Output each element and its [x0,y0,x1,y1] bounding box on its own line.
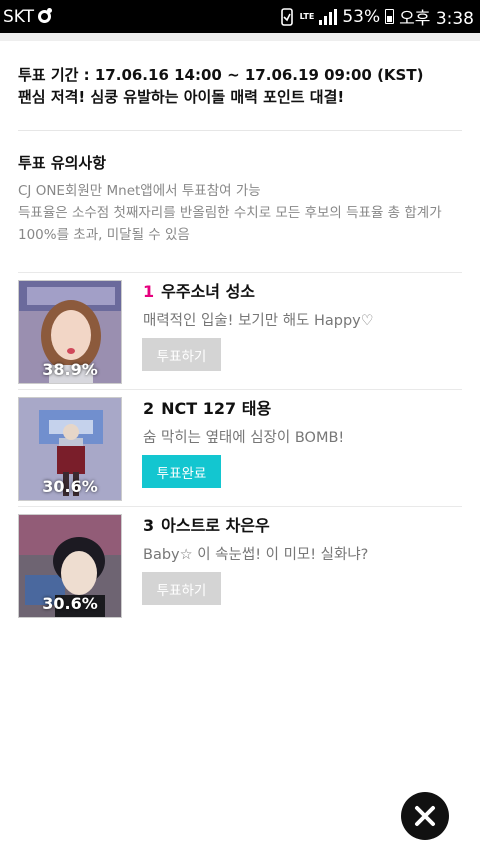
candidate-item: 38.9% 1 우주소녀 성소 매력적인 입술! 보기만 해도 Happy♡ 투표… [18,272,462,390]
carrier: SKT [3,6,53,27]
vote-period-block: 투표 기간 : 17.06.16 14:00 ~ 17.06.19 09:00 … [18,64,462,108]
vote-period: 투표 기간 : 17.06.16 14:00 ~ 17.06.19 09:00 … [18,66,424,84]
candidate-name: 아스트로 차은우 [161,516,270,535]
vote-headline: 팬심 저격! 심쿵 유발하는 아이돌 매력 포인트 대결! [18,88,345,106]
candidate-item: 30.6% 2 NCT 127 태용 숨 막히는 옆태에 심장이 BOMB! 투표… [18,389,462,507]
notice-line-2: 득표율은 소수점 첫째자리를 반올림한 수치로 모든 후보의 득표율 총 합계가… [18,205,442,243]
notice-body: CJ ONE회원만 Mnet앱에서 투표참여 가능 득표율은 소수점 첫째자리를… [18,180,464,246]
rank-number: 2 [143,399,155,418]
carrier-label: SKT [3,6,35,27]
close-icon [415,806,435,826]
candidate-photo: 38.9% [18,280,122,384]
candidate-item: 30.6% 3 아스트로 차은우 Baby☆ 이 속눈썹! 이 미모! 실화냐? … [18,506,462,624]
candidate-description: 숨 막히는 옆태에 심장이 BOMB! [143,430,345,446]
status-bar: SKT LTE 53% 오후 3:38 [0,0,480,33]
candidate-title: 1 우주소녀 성소 [143,278,255,302]
vote-button[interactable]: 투표완료 [142,455,221,488]
notice-line-1: CJ ONE회원만 Mnet앱에서 투표참여 가능 [18,183,261,199]
signal-icon [319,8,338,25]
candidate-photo: 30.6% [18,514,122,618]
candidate-description: 매력적인 입술! 보기만 해도 Happy♡ [143,313,374,329]
clock: 오후 3:38 [399,9,474,29]
divider [18,389,462,390]
data-saver-icon [280,7,293,26]
lte-icon: LTE [299,11,315,21]
close-button[interactable] [401,792,449,840]
candidate-name: 우주소녀 성소 [161,282,256,301]
candidate-photo: 30.6% [18,397,122,501]
header-band [0,33,480,41]
battery-percent: 53% [342,6,381,27]
notice-title: 투표 유의사항 [18,154,107,172]
candidate-name: NCT 127 태용 [161,399,272,418]
rank-number: 1 [143,282,155,301]
vote-percent: 30.6% [42,477,98,496]
vote-percent: 38.9% [42,360,98,379]
rank-number: 3 [143,516,155,535]
vote-button[interactable]: 투표하기 [142,572,221,605]
candidate-description: Baby☆ 이 속눈썹! 이 미모! 실화냐? [143,547,369,563]
divider [18,130,462,131]
candidate-title: 2 NCT 127 태용 [143,395,271,419]
divider [18,272,462,273]
divider [18,506,462,507]
battery-icon [385,9,395,24]
vote-button[interactable]: 투표하기 [142,338,221,371]
carrier-logo-icon [38,8,53,23]
vote-percent: 30.6% [42,594,98,613]
candidate-title: 3 아스트로 차은우 [143,512,270,536]
status-icons: LTE 53% 오후 3:38 [279,4,474,29]
